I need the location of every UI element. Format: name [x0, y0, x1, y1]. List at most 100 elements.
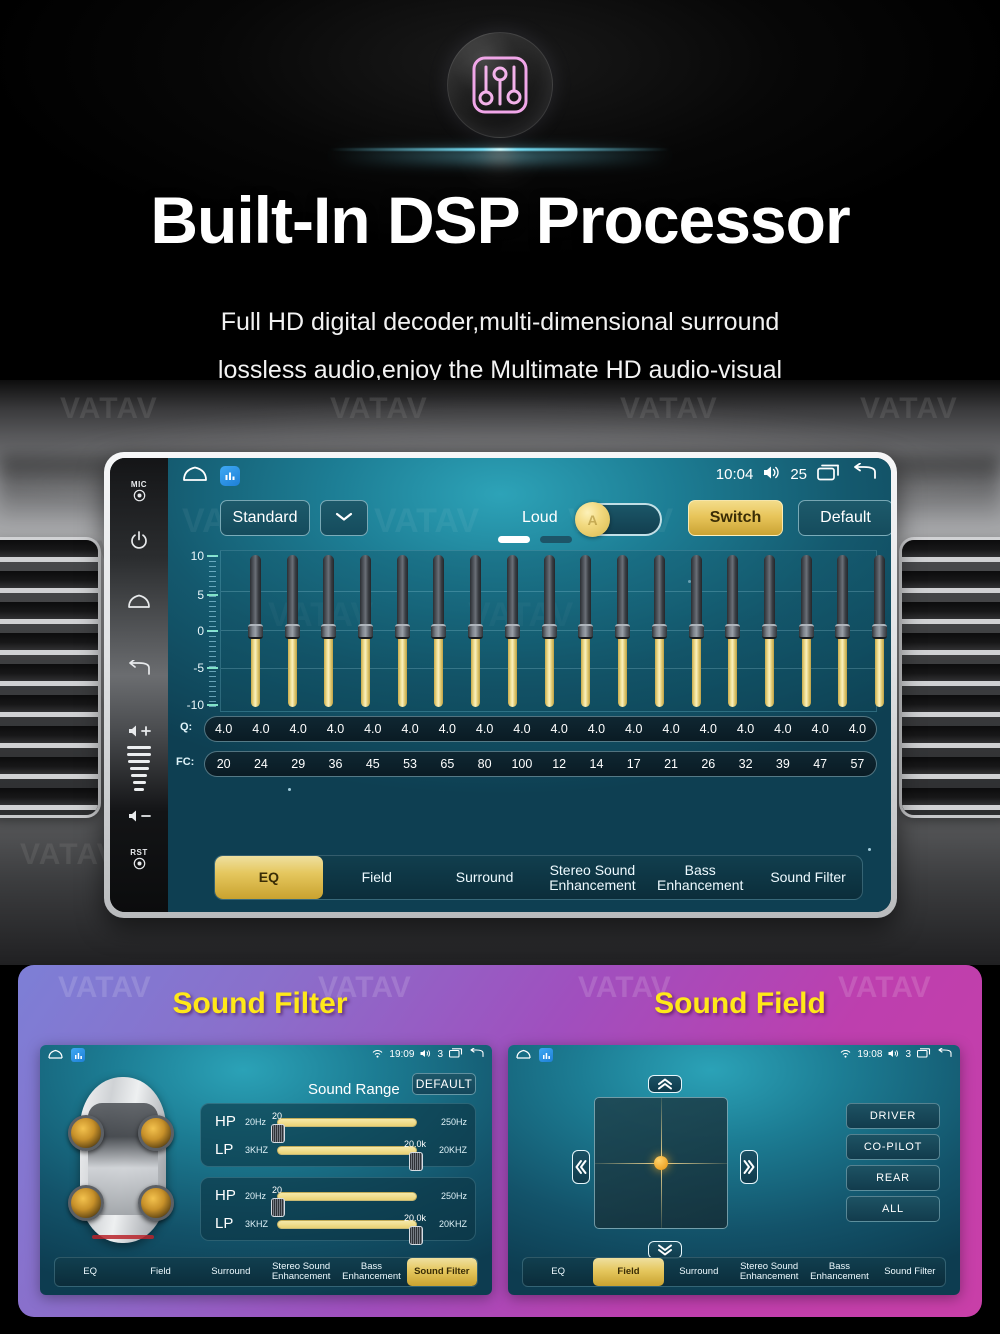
filter-track[interactable]: 20.0k	[277, 1213, 426, 1245]
page-dot[interactable]	[540, 536, 572, 543]
volume-level-indicator[interactable]	[127, 746, 151, 795]
fc-value-cell[interactable]: 26	[690, 757, 727, 771]
tab-sound-filter[interactable]: Sound Filter	[754, 856, 862, 899]
slider-knob[interactable]	[578, 624, 594, 639]
slider-knob[interactable]	[504, 624, 520, 639]
tab-field[interactable]: Field	[323, 856, 431, 899]
mic-button[interactable]: MIC	[110, 480, 168, 502]
volume-down-button[interactable]	[110, 808, 168, 824]
page-dot-active[interactable]	[498, 536, 530, 543]
eq-band-slider[interactable]	[468, 555, 484, 707]
fc-value-cell[interactable]: 100	[503, 757, 540, 771]
volume-icon[interactable]	[888, 1049, 899, 1061]
eq-band-slider[interactable]	[578, 555, 594, 707]
switch-button[interactable]: Switch	[688, 500, 783, 536]
dsp-app-icon[interactable]	[220, 466, 240, 486]
filter-row-hp[interactable]: HP 20Hz 20 250Hz	[201, 1182, 475, 1217]
q-value-cell[interactable]: 4.0	[503, 722, 540, 736]
slider-knob[interactable]	[835, 624, 851, 639]
tab-field[interactable]: Field	[593, 1258, 664, 1286]
filter-track[interactable]: 20	[271, 1111, 417, 1143]
slider-knob[interactable]	[284, 624, 300, 639]
eq-band-slider[interactable]	[615, 555, 631, 707]
field-up-button[interactable]	[648, 1075, 682, 1093]
tab-eq[interactable]: EQ	[523, 1258, 593, 1286]
fc-values-row[interactable]: 20 24 29 36 45 53 65 80 100 12 14 17 21 26 32 39 47 57	[204, 751, 877, 777]
q-value-cell[interactable]: 4.0	[578, 722, 615, 736]
tab-surround[interactable]: Surround	[431, 856, 539, 899]
slider-knob[interactable]	[872, 624, 888, 639]
fc-value-cell[interactable]: 47	[802, 757, 839, 771]
eq-band-slider[interactable]	[688, 555, 704, 707]
eq-band-slider[interactable]	[798, 555, 814, 707]
back-icon[interactable]	[851, 462, 877, 485]
filter-track[interactable]: 20	[271, 1185, 417, 1217]
filter-row-lp[interactable]: LP 3KHZ 20.0k 20KHZ	[201, 1210, 475, 1245]
filter-row-hp[interactable]: HP 20Hz 20 250Hz	[201, 1108, 475, 1143]
slider-knob[interactable]	[688, 624, 704, 639]
eq-band-slider[interactable]	[358, 555, 374, 707]
q-value-cell[interactable]: 4.0	[317, 722, 354, 736]
tab-bass-enhancement[interactable]: Bass Enhancement	[336, 1258, 406, 1286]
slider-knob[interactable]	[651, 624, 667, 639]
q-values-row[interactable]: 4.0 4.0 4.0 4.0 4.0 4.0 4.0 4.0 4.0 4.0 4.0 4.0 4.0 4…	[204, 716, 877, 742]
tab-bass-enhancement[interactable]: Bass Enhancement	[646, 856, 754, 899]
q-value-cell[interactable]: 4.0	[652, 722, 689, 736]
volume-up-button[interactable]	[110, 723, 168, 739]
tab-eq[interactable]: EQ	[215, 856, 323, 899]
tab-stereo-sound-enhancement[interactable]: Stereo Sound Enhancement	[538, 856, 646, 899]
tab-surround[interactable]: Surround	[196, 1258, 266, 1286]
fc-value-cell[interactable]: 12	[541, 757, 578, 771]
field-right-button[interactable]	[740, 1150, 758, 1184]
back-button[interactable]	[110, 660, 168, 678]
dsp-app-icon[interactable]	[71, 1048, 85, 1062]
sound-position-dot[interactable]	[654, 1156, 668, 1170]
tab-bass-enhancement[interactable]: Bass Enhancement	[804, 1258, 874, 1286]
home-icon[interactable]	[182, 465, 208, 487]
seat-button-all[interactable]: ALL	[846, 1196, 940, 1222]
fc-value-cell[interactable]: 80	[466, 757, 503, 771]
q-value-cell[interactable]: 4.0	[839, 722, 876, 736]
eq-band-slider[interactable]	[394, 555, 410, 707]
seat-button-driver[interactable]: DRIVER	[846, 1103, 940, 1129]
preset-dropdown-button[interactable]	[320, 500, 368, 536]
slider-knob[interactable]	[394, 624, 410, 639]
q-value-cell[interactable]: 4.0	[541, 722, 578, 736]
eq-band-slider[interactable]	[725, 555, 741, 707]
reset-button[interactable]: RST	[110, 848, 168, 870]
slider-knob[interactable]	[615, 624, 631, 639]
eq-band-slider[interactable]	[247, 555, 263, 707]
seat-button-rear[interactable]: REAR	[846, 1165, 940, 1191]
home-icon[interactable]	[48, 1049, 63, 1062]
fc-value-cell[interactable]: 20	[205, 757, 242, 771]
volume-icon[interactable]	[420, 1049, 431, 1061]
tab-eq[interactable]: EQ	[55, 1258, 125, 1286]
eq-band-slider[interactable]	[284, 555, 300, 707]
q-value-cell[interactable]: 4.0	[802, 722, 839, 736]
slider-knob[interactable]	[541, 624, 557, 639]
fc-value-cell[interactable]: 45	[354, 757, 391, 771]
q-value-cell[interactable]: 4.0	[280, 722, 317, 736]
fc-value-cell[interactable]: 32	[727, 757, 764, 771]
q-value-cell[interactable]: 4.0	[690, 722, 727, 736]
eq-band-slider[interactable]	[761, 555, 777, 707]
loud-toggle[interactable]: A	[575, 502, 662, 537]
home-button[interactable]	[110, 593, 168, 609]
default-button[interactable]: Default	[798, 500, 891, 536]
page-indicator[interactable]	[498, 536, 572, 543]
fc-value-cell[interactable]: 36	[317, 757, 354, 771]
dsp-tab-bar[interactable]: EQ Field Surround Stereo Sound Enhancement B…	[54, 1257, 478, 1287]
slider-knob[interactable]	[431, 624, 447, 639]
fc-value-cell[interactable]: 53	[391, 757, 428, 771]
eq-band-slider[interactable]	[504, 555, 520, 707]
eq-band-slider[interactable]	[541, 555, 557, 707]
filter-row-lp[interactable]: LP 3KHZ 20.0k 20KHZ	[201, 1136, 475, 1171]
preset-button[interactable]: Standard	[220, 500, 310, 536]
dsp-app-icon[interactable]	[539, 1048, 553, 1062]
sound-position-grid[interactable]	[594, 1097, 728, 1229]
fc-value-cell[interactable]: 24	[242, 757, 279, 771]
volume-icon[interactable]	[763, 465, 780, 484]
q-value-cell[interactable]: 4.0	[205, 722, 242, 736]
recents-icon[interactable]	[916, 1048, 931, 1061]
q-value-cell[interactable]: 4.0	[764, 722, 801, 736]
